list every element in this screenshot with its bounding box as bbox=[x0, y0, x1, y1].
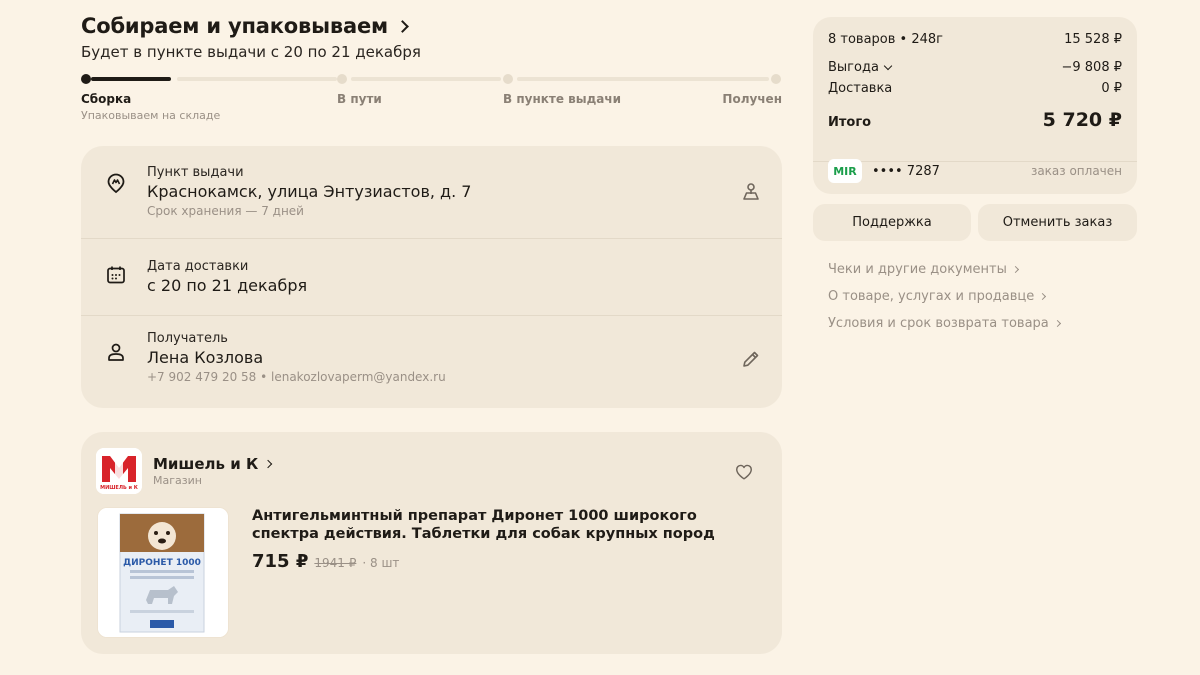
product-price-block: 715 ₽ 1941 ₽ · 8 шт bbox=[252, 551, 399, 572]
chevron-down-icon bbox=[883, 61, 893, 71]
cancel-order-button[interactable]: Отменить заказ bbox=[978, 204, 1137, 241]
order-progress-bar bbox=[81, 73, 782, 85]
summary-total-value: 5 720 ₽ bbox=[1042, 109, 1122, 131]
product-name[interactable]: Антигельминтный препарат Диронет 1000 ши… bbox=[252, 507, 752, 543]
chevron-right-icon bbox=[396, 19, 409, 33]
documents-link-label: Чеки и другие документы bbox=[828, 262, 1007, 277]
chevron-right-icon bbox=[1053, 319, 1061, 328]
payment-row: MIR •••• 7287 заказ оплачен bbox=[828, 159, 1122, 183]
chevron-right-icon bbox=[263, 459, 273, 469]
summary-items-sum: 15 528 ₽ bbox=[1064, 32, 1122, 47]
heart-icon[interactable] bbox=[734, 462, 754, 482]
delivery-date-label: Дата доставки bbox=[147, 259, 249, 274]
summary-total-label: Итого bbox=[828, 115, 872, 130]
summary-items-row: 8 товаров • 248г 15 528 ₽ bbox=[828, 32, 1122, 47]
summary-delivery-value: 0 ₽ bbox=[1101, 81, 1122, 96]
product-card: МИШЕЛЬ и К Мишель и К Магазин ДИРОНЕТ 10… bbox=[81, 432, 782, 654]
edit-pencil-icon[interactable] bbox=[740, 348, 762, 370]
mir-card-icon: MIR bbox=[828, 159, 862, 183]
delivery-info-card: Пункт выдачи Краснокамск, улица Энтузиас… bbox=[81, 146, 782, 408]
discount-toggle[interactable]: Выгода bbox=[828, 60, 893, 75]
recipient-row[interactable]: Получатель Лена Козлова +7 902 479 20 58… bbox=[81, 316, 782, 408]
progress-segment bbox=[177, 77, 337, 81]
chevron-right-icon bbox=[1039, 292, 1047, 301]
recipient-name: Лена Козлова bbox=[147, 348, 264, 367]
progress-step-assembly: Сборка bbox=[81, 92, 132, 106]
product-info-link[interactable]: О товаре, услугах и продавце bbox=[828, 289, 1047, 304]
delivery-date-row: Дата доставки с 20 по 21 декабря bbox=[81, 239, 782, 315]
payment-status: заказ оплачен bbox=[1030, 164, 1122, 178]
return-policy-link[interactable]: Условия и срок возврата товара bbox=[828, 316, 1061, 331]
product-quantity: · 8 шт bbox=[362, 556, 400, 570]
pickup-label: Пункт выдачи bbox=[147, 165, 244, 180]
shop-logo[interactable]: МИШЕЛЬ и К bbox=[96, 448, 142, 494]
calendar-icon bbox=[107, 266, 125, 284]
progress-dot-3 bbox=[503, 74, 513, 84]
map-person-icon[interactable] bbox=[740, 180, 762, 202]
summary-items-label: 8 товаров • 248г bbox=[828, 32, 944, 47]
progress-step-transit: В пути bbox=[337, 92, 382, 106]
support-button[interactable]: Поддержка bbox=[813, 204, 971, 241]
progress-segment bbox=[517, 77, 769, 81]
shop-name: Мишель и К bbox=[153, 455, 259, 473]
pickup-storage: Срок хранения — 7 дней bbox=[147, 204, 304, 218]
progress-dot-4 bbox=[771, 74, 781, 84]
page-title: Собираем и упаковываем bbox=[81, 14, 388, 38]
recipient-contacts: +7 902 479 20 58 • lenakozlovaperm@yande… bbox=[147, 370, 446, 384]
summary-discount-value: −9 808 ₽ bbox=[1061, 60, 1122, 75]
chevron-right-icon bbox=[1011, 265, 1019, 274]
progress-step-pickup-point: В пункте выдачи bbox=[503, 92, 622, 106]
progress-segment-done bbox=[91, 77, 171, 81]
order-title-link[interactable]: Собираем и упаковываем bbox=[81, 14, 409, 38]
delivery-subtitle: Будет в пункте выдачи с 20 по 21 декабря bbox=[81, 43, 421, 61]
shop-name-link[interactable]: Мишель и К bbox=[153, 455, 273, 473]
product-photo-text: ДИРОНЕТ 1000 bbox=[123, 558, 201, 568]
shop-type: Магазин bbox=[153, 474, 202, 487]
product-photo: ДИРОНЕТ 1000 bbox=[98, 508, 228, 637]
progress-dot-2 bbox=[337, 74, 347, 84]
delivery-date-value: с 20 по 21 декабря bbox=[147, 276, 308, 295]
summary-discount-row[interactable]: Выгода −9 808 ₽ bbox=[828, 60, 1122, 75]
summary-discount-label: Выгода bbox=[828, 60, 879, 75]
product-price: 715 ₽ bbox=[252, 551, 309, 572]
progress-step-received: Получен bbox=[722, 92, 782, 106]
summary-delivery-label: Доставка bbox=[828, 81, 893, 96]
card-number: •••• 7287 bbox=[872, 163, 940, 179]
pickup-point-row[interactable]: Пункт выдачи Краснокамск, улица Энтузиас… bbox=[81, 146, 782, 238]
location-pin-icon bbox=[107, 173, 125, 194]
shop-logo-text: МИШЕЛЬ и К bbox=[100, 485, 139, 491]
pickup-address: Краснокамск, улица Энтузиастов, д. 7 bbox=[147, 182, 472, 201]
product-image[interactable]: ДИРОНЕТ 1000 bbox=[97, 507, 229, 638]
product-info-link-label: О товаре, услугах и продавце bbox=[828, 289, 1035, 304]
progress-step-sub: Упаковываем на складе bbox=[81, 109, 221, 122]
shop-logo-image: МИШЕЛЬ и К bbox=[96, 448, 142, 494]
return-policy-link-label: Условия и срок возврата товара bbox=[828, 316, 1049, 331]
order-summary-card: 8 товаров • 248г 15 528 ₽ Выгода −9 808 … bbox=[813, 17, 1137, 194]
recipient-label: Получатель bbox=[147, 331, 228, 346]
summary-total-row: Итого 5 720 ₽ bbox=[828, 109, 1122, 131]
documents-link[interactable]: Чеки и другие документы bbox=[828, 262, 1019, 277]
product-old-price: 1941 ₽ bbox=[314, 556, 357, 570]
person-icon bbox=[108, 343, 124, 361]
progress-dot-1 bbox=[81, 74, 91, 84]
summary-delivery-row: Доставка 0 ₽ bbox=[828, 81, 1122, 96]
progress-segment bbox=[351, 77, 501, 81]
